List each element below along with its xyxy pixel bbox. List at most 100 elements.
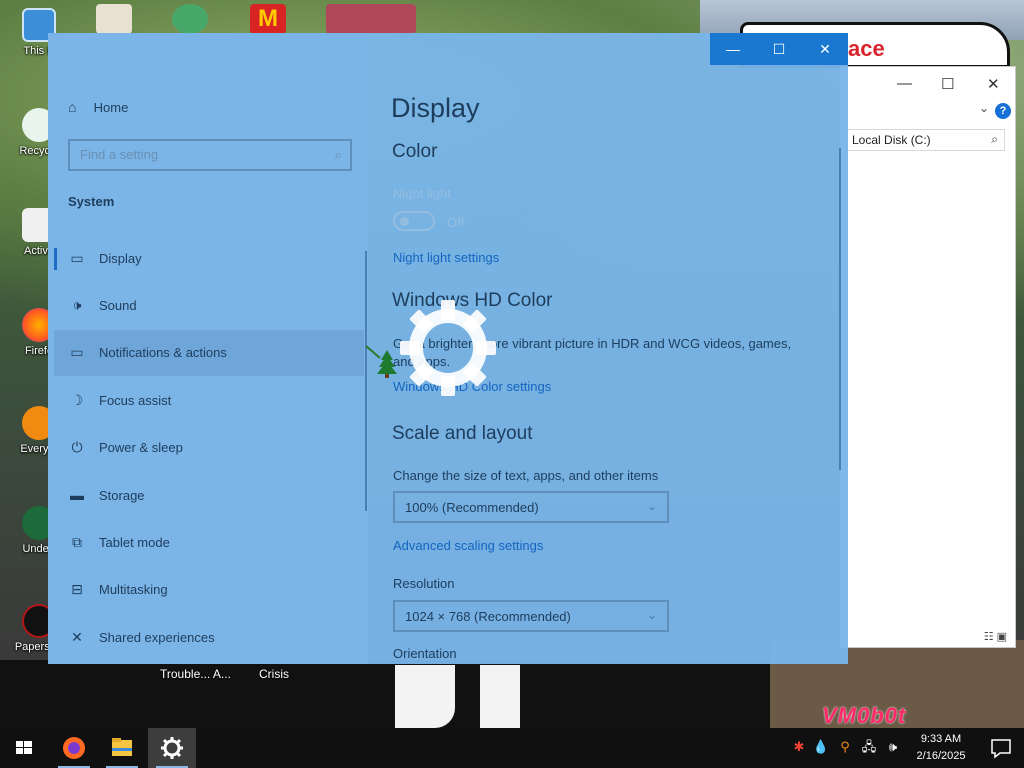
- scale-dropdown[interactable]: 100% (Recommended) ⌄: [393, 491, 669, 523]
- sidebar-item-label: Tablet mode: [99, 535, 170, 550]
- sidebar-item-shared-experiences[interactable]: ✕ Shared experiences: [54, 615, 364, 661]
- close-icon[interactable]: ✕: [987, 75, 1000, 93]
- window-controls: — ☐ ✕: [710, 33, 848, 65]
- section-heading-scale: Scale and layout: [392, 423, 533, 444]
- chevron-down-icon: ⌄: [646, 608, 657, 622]
- sidebar-item-notifications[interactable]: ▭ Notifications & actions: [54, 330, 364, 376]
- taskbar-file-explorer[interactable]: [98, 728, 146, 768]
- content-scrollbar[interactable]: [839, 148, 841, 470]
- help-icon[interactable]: ?: [995, 103, 1011, 119]
- view-toggle-icon[interactable]: ☷ ▣: [984, 630, 1007, 643]
- sidebar-item-label: Display: [99, 251, 142, 266]
- sidebar-item-display[interactable]: ▭ Display: [54, 236, 364, 282]
- nav-home[interactable]: ⌂ Home: [68, 99, 128, 115]
- desktop-app-icon[interactable]: [172, 4, 208, 34]
- notification-icon: ▭: [70, 344, 84, 360]
- taskbar: ✱ 💧 ⚲ 🖧 🕪 9:33 AM 2/16/2025: [0, 728, 1024, 768]
- sidebar-item-label: Shared experiences: [99, 630, 215, 645]
- wallpaper-shape: [395, 665, 455, 728]
- sidebar-item-tablet-mode[interactable]: ⧉ Tablet mode: [54, 520, 364, 566]
- orientation-label: Orientation: [393, 646, 457, 661]
- windows-logo-icon: [16, 741, 32, 754]
- storage-icon: ▬: [70, 487, 84, 503]
- page-title: Display: [391, 93, 480, 123]
- night-light-label: Night light: [393, 186, 451, 201]
- night-light-state: Off: [447, 215, 465, 230]
- resolution-dropdown[interactable]: 1024 × 768 (Recommended) ⌄: [393, 600, 669, 632]
- start-button[interactable]: [0, 728, 48, 768]
- maximize-icon[interactable]: ☐: [941, 75, 954, 93]
- sidebar-section-title: System: [68, 194, 115, 209]
- active-indicator: [54, 248, 57, 270]
- minimize-button[interactable]: —: [710, 33, 756, 65]
- resolution-label: Resolution: [393, 576, 455, 591]
- wallpaper-watermark: VM0b0t: [822, 703, 907, 728]
- search-icon[interactable]: ⌕: [335, 147, 342, 163]
- cursor-icon: [365, 345, 397, 378]
- desktop-app-icon[interactable]: [96, 4, 132, 34]
- sidebar-item-label: Focus assist: [99, 393, 172, 408]
- resolution-value: 1024 × 768 (Recommended): [405, 609, 571, 624]
- file-explorer-window[interactable]: — ☐ ✕ ⌄ ? Local Disk (C:) ⌕ ☷ ▣: [840, 66, 1016, 648]
- wallpaper-shape: [480, 665, 520, 728]
- nav-home-label: Home: [93, 100, 129, 115]
- search-icon[interactable]: ⌕: [991, 132, 998, 147]
- sidebar-item-sound[interactable]: 🕩 Sound: [54, 283, 364, 329]
- gear-icon: [400, 300, 496, 396]
- sidebar-item-label: Power & sleep: [99, 440, 183, 455]
- droplet-icon[interactable]: 💧: [812, 738, 830, 756]
- explorer-search-field[interactable]: Local Disk (C:) ⌕: [845, 129, 1005, 151]
- explorer-ribbon: ⌄ ?: [841, 101, 1015, 125]
- explorer-titlebar[interactable]: — ☐ ✕: [841, 67, 1015, 101]
- clock-date: 2/16/2025: [916, 750, 966, 762]
- volume-icon[interactable]: 🕪: [884, 738, 902, 756]
- settings-search-input[interactable]: Find a setting ⌕: [68, 139, 352, 171]
- clock-time: 9:33 AM: [920, 733, 962, 745]
- section-heading-color: Color: [392, 141, 438, 162]
- banner-text: ace: [848, 36, 885, 61]
- sidebar-item-focus-assist[interactable]: ☽ Focus assist: [54, 378, 364, 424]
- gear-icon: [161, 737, 183, 759]
- desktop-app-icon[interactable]: [326, 4, 416, 34]
- taskbar-settings[interactable]: [148, 728, 196, 768]
- close-button[interactable]: ✕: [802, 33, 848, 65]
- sidebar-scrollbar[interactable]: [365, 251, 367, 511]
- toggle-knob: [400, 217, 409, 226]
- tablet-icon: ⧉: [72, 534, 82, 550]
- chevron-down-icon[interactable]: ⌄: [979, 101, 989, 115]
- sidebar-item-power-sleep[interactable]: ⏻ Power & sleep: [54, 425, 364, 471]
- search-placeholder: Find a setting: [80, 147, 159, 162]
- shared-icon: ✕: [71, 629, 83, 645]
- home-icon: ⌂: [68, 99, 77, 115]
- network-icon[interactable]: 🖧: [860, 738, 878, 756]
- chevron-down-icon: ⌄: [646, 499, 657, 513]
- minimize-icon[interactable]: —: [897, 75, 912, 92]
- night-light-settings-link[interactable]: Night light settings: [393, 250, 499, 265]
- search-app-icon[interactable]: ⚲: [836, 738, 854, 756]
- mcdonalds-icon[interactable]: M: [250, 4, 286, 34]
- maximize-button[interactable]: ☐: [756, 33, 802, 65]
- sidebar-item-storage[interactable]: ▬ Storage: [54, 473, 364, 519]
- desktop-icon-label[interactable]: Crisis: [259, 667, 289, 681]
- security-warning-icon[interactable]: ✱: [790, 738, 808, 756]
- speaker-icon: 🕩: [72, 297, 82, 313]
- sidebar-item-label: Notifications & actions: [99, 345, 227, 360]
- scale-label: Change the size of text, apps, and other…: [393, 468, 659, 483]
- notification-icon: [991, 739, 1011, 759]
- desktop-icon-label[interactable]: Trouble... A...: [160, 667, 231, 681]
- address-text: Local Disk (C:): [852, 133, 931, 147]
- power-icon: ⏻: [71, 439, 83, 455]
- sidebar-item-label: Storage: [99, 488, 145, 503]
- firefox-icon: [63, 737, 85, 759]
- folder-icon: [112, 738, 132, 756]
- taskbar-firefox[interactable]: [50, 728, 98, 768]
- night-light-toggle[interactable]: [393, 211, 435, 231]
- action-center-button[interactable]: [978, 728, 1024, 768]
- sidebar-item-multitasking[interactable]: ⊟ Multitasking: [54, 567, 364, 613]
- advanced-scaling-link[interactable]: Advanced scaling settings: [393, 538, 543, 553]
- sidebar-item-label: Multitasking: [99, 582, 168, 597]
- scale-value: 100% (Recommended): [405, 500, 539, 515]
- multitasking-icon: ⊟: [71, 581, 83, 597]
- clock[interactable]: 9:33 AM 2/16/2025: [908, 731, 974, 765]
- monitor-icon: ▭: [70, 250, 84, 266]
